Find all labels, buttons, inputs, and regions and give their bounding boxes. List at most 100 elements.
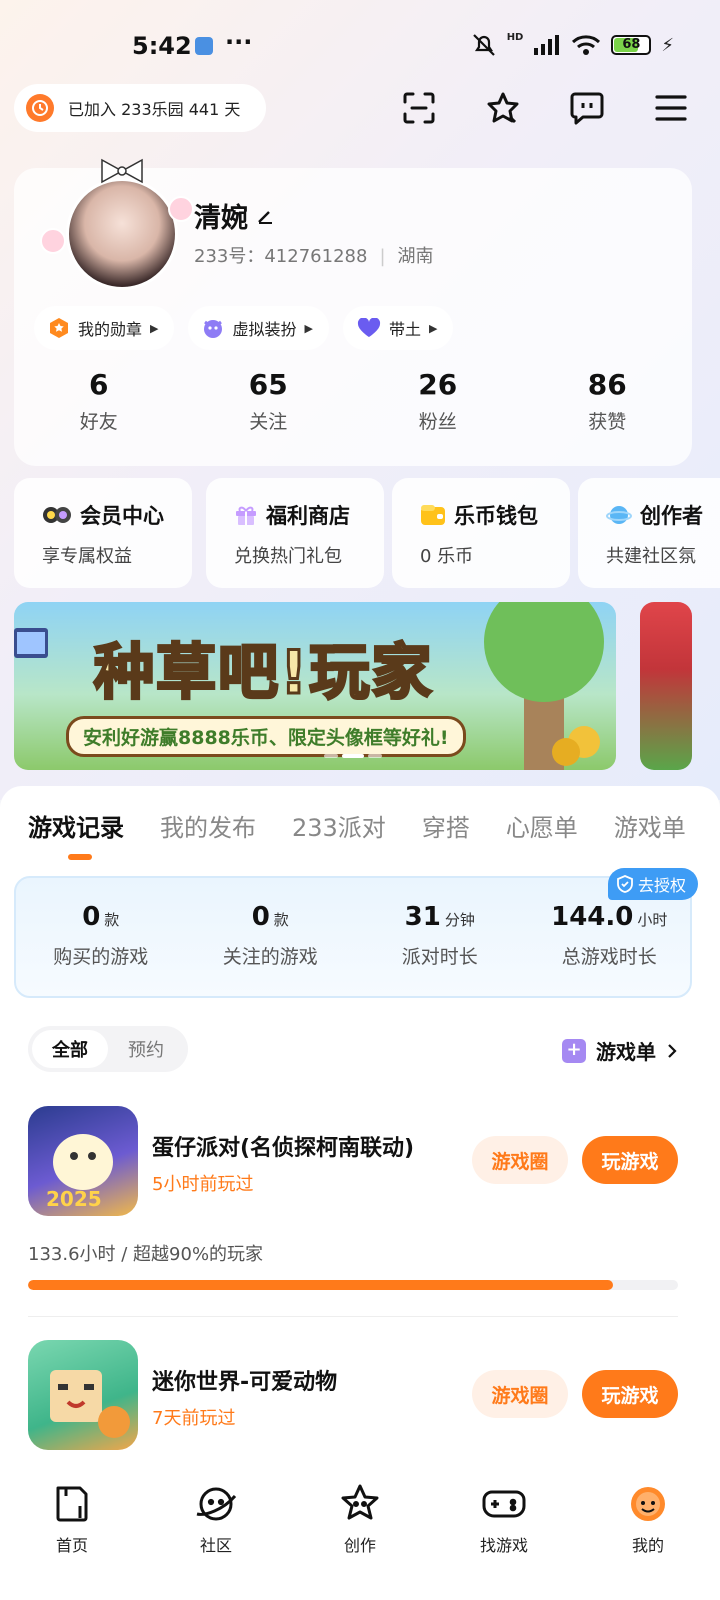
menu-icon[interactable] — [647, 84, 695, 132]
profile-chips: 我的勋章 ▶ 虚拟装扮 ▶ 带土 ▶ — [34, 306, 454, 350]
card-creator[interactable]: 创作者 共建社区氛 — [578, 478, 720, 588]
nav-me[interactable]: 我的 — [576, 1462, 720, 1600]
nickname[interactable]: 清婉 — [194, 196, 274, 235]
banner-subtitle: 安利好游赢8888乐币、限定头像框等好礼! — [66, 716, 466, 757]
card-title: 乐币钱包 — [454, 504, 538, 528]
card-wallet[interactable]: 乐币钱包 0 乐币 — [392, 478, 570, 588]
tree-decoration-icon — [484, 602, 604, 770]
card-membership[interactable]: 会员中心 享专属权益 — [14, 478, 192, 588]
card-title: 福利商店 — [266, 504, 350, 528]
stat-unit: 款 — [104, 911, 120, 929]
play-game-button[interactable]: 玩游戏 — [582, 1370, 678, 1418]
stat-value: 26 — [418, 368, 458, 401]
game-row[interactable]: 2025 蛋仔派对(名侦探柯南联动) 5小时前玩过 游戏圈 玩游戏 — [28, 1106, 692, 1218]
create-icon — [341, 1484, 379, 1520]
caret-right-icon: ▶ — [150, 321, 159, 335]
divider — [28, 1316, 678, 1317]
caret-right-icon: ▶ — [304, 321, 313, 335]
planet-icon — [606, 506, 632, 524]
edit-icon[interactable] — [256, 207, 274, 225]
stat-label: 好友 — [79, 411, 118, 433]
filter-reserved[interactable]: 预约 — [108, 1030, 184, 1068]
mute-icon — [472, 34, 495, 56]
nav-community[interactable]: 社区 — [144, 1462, 288, 1600]
joined-days-text: 已加入 233乐园 441 天 — [68, 100, 241, 119]
avatar-frame[interactable] — [36, 158, 196, 308]
user-id: 233号：412761288 — [194, 246, 368, 267]
tab-my-posts[interactable]: 我的发布 — [160, 808, 256, 843]
authorize-button[interactable]: 去授权 — [607, 868, 698, 900]
chip-medals[interactable]: 我的勋章 ▶ — [34, 306, 175, 350]
game-stats: 0款 购买的游戏 0款 关注的游戏 31 分钟 派对时长 144.0 小时 总游戏时… — [16, 902, 694, 969]
message-icon[interactable] — [563, 84, 611, 132]
chip-label: 带土 — [388, 320, 421, 339]
stat-likes[interactable]: 86 获赞 — [523, 368, 693, 434]
card-welfare-shop[interactable]: 福利商店 兑换热门礼包 — [206, 478, 384, 588]
status-time: 5:42 — [132, 32, 192, 60]
nickname-text: 清婉 — [194, 203, 248, 234]
stat-label: 关注的游戏 — [222, 946, 318, 968]
nav-home[interactable]: 首页 — [0, 1462, 144, 1600]
tab-wishlist[interactable]: 心愿单 — [506, 808, 578, 843]
profile-icon — [631, 1487, 665, 1521]
stat-value: 31 — [404, 902, 441, 932]
stat-followed-games[interactable]: 0款 关注的游戏 — [186, 902, 356, 969]
game-icon — [28, 1340, 138, 1450]
stat-unit: 款 — [273, 911, 289, 929]
chip-avatar-dressup[interactable]: 虚拟装扮 ▶ — [188, 306, 329, 350]
stat-value: 144.0 — [551, 902, 634, 932]
nav-create[interactable]: 创作 — [288, 1462, 432, 1600]
shield-check-icon — [617, 875, 633, 893]
stat-label: 总游戏时长 — [561, 946, 657, 968]
stat-fans[interactable]: 26 粉丝 — [353, 368, 523, 434]
promo-banner[interactable]: 种草吧!玩家 安利好游赢8888乐币、限定头像框等好礼! — [14, 602, 616, 770]
star-icon[interactable] — [479, 84, 527, 132]
home-icon — [56, 1486, 88, 1522]
nav-find-games[interactable]: 找游戏 — [432, 1462, 576, 1600]
stat-purchased-games[interactable]: 0款 购买的游戏 — [16, 902, 186, 969]
card-subtitle: 享专属权益 — [42, 546, 132, 567]
game-stats-box: 去授权 0款 购买的游戏 0款 关注的游戏 31 分钟 派对时长 144.0 小时 … — [14, 868, 698, 998]
stat-value: 6 — [89, 368, 109, 401]
game-circle-button[interactable]: 游戏圈 — [472, 1370, 568, 1418]
tab-game-lists[interactable]: 游戏单 — [614, 808, 686, 843]
user-region: 湖南 — [397, 246, 434, 267]
nav-label: 创作 — [343, 1536, 376, 1555]
quick-cards: 会员中心 享专属权益 福利商店 兑换热门礼包 乐币钱包 0 乐币 创作者 共建社… — [14, 478, 720, 588]
next-banner-preview[interactable] — [640, 602, 692, 770]
hd-label: HD — [506, 32, 524, 43]
more-notifications-icon: ··· — [225, 28, 253, 56]
wifi-icon — [572, 35, 601, 55]
card-title: 创作者 — [640, 504, 703, 528]
game-list-link[interactable]: + 游戏单 — [562, 1036, 678, 1065]
chevron-right-icon — [668, 1043, 677, 1058]
game-row[interactable]: 迷你世界-可爱动物 7天前玩过 游戏圈 玩游戏 — [28, 1340, 692, 1452]
vip-icon — [43, 507, 71, 523]
stat-label: 粉丝 — [418, 411, 457, 433]
game-name: 迷你世界-可爱动物 — [152, 1370, 338, 1395]
bow-decoration-icon — [101, 158, 143, 184]
scan-icon[interactable] — [395, 84, 443, 132]
paw-decoration-icon — [40, 228, 66, 254]
profile-card: 清婉 233号：412761288 | 湖南 我的勋章 ▶ 虚拟装扮 ▶ 带土 ▶ … — [14, 158, 693, 466]
stat-friends[interactable]: 6 好友 — [14, 368, 184, 434]
play-game-button[interactable]: 玩游戏 — [582, 1136, 678, 1184]
dressup-icon — [204, 320, 223, 338]
status-bar: 5:42 ··· HD 68 ⚡ — [0, 0, 720, 90]
game-last-played: 5小时前玩过 — [152, 1174, 254, 1195]
stat-total-play-time[interactable]: 144.0 小时 总游戏时长 — [525, 902, 695, 969]
tab-party[interactable]: 233派对 — [292, 808, 386, 843]
game-circle-button[interactable]: 游戏圈 — [472, 1136, 568, 1184]
card-subtitle: 共建社区氛 — [606, 546, 696, 567]
stat-party-duration[interactable]: 31 分钟 派对时长 — [355, 902, 525, 969]
tab-game-records[interactable]: 游戏记录 — [28, 808, 124, 843]
tab-outfits[interactable]: 穿搭 — [422, 808, 470, 843]
stat-value: 65 — [248, 368, 288, 401]
joined-days-pill[interactable]: 已加入 233乐园 441 天 — [14, 84, 266, 132]
gift-icon — [236, 506, 256, 525]
filter-all[interactable]: 全部 — [32, 1030, 108, 1068]
community-icon — [196, 1487, 237, 1521]
stat-following[interactable]: 65 关注 — [184, 368, 354, 434]
nav-label: 我的 — [631, 1536, 664, 1555]
chip-partner[interactable]: 带土 ▶ — [342, 306, 454, 350]
